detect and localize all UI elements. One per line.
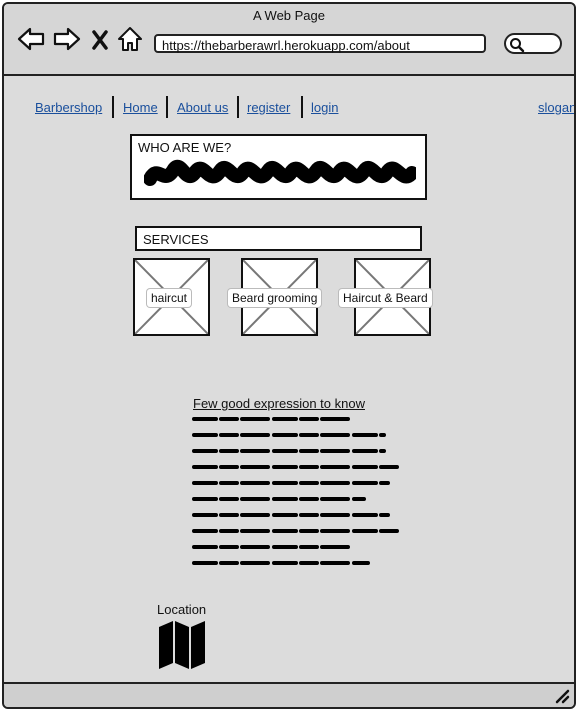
- nav-link-slogan[interactable]: slogan: [538, 100, 574, 115]
- service-label-beard: Beard grooming: [228, 289, 322, 307]
- browser-status-bar: [4, 682, 574, 707]
- nav-divider: [237, 96, 239, 118]
- address-bar[interactable]: https://thebarberawrl.herokuapp.com/abou…: [154, 34, 486, 53]
- services-heading-box: SERVICES: [135, 226, 422, 251]
- scribbled-paragraph: [192, 417, 404, 565]
- nav-link-home[interactable]: Home: [123, 100, 158, 115]
- scribbled-text: [144, 159, 416, 186]
- close-icon[interactable]: [90, 24, 110, 54]
- resize-grip-icon[interactable]: [554, 688, 570, 704]
- nav-link-about[interactable]: About us: [177, 100, 228, 115]
- expressions-title[interactable]: Few good expression to know: [193, 396, 365, 411]
- search-icon: [510, 38, 525, 53]
- nav-link-barbershop[interactable]: Barbershop: [35, 100, 102, 115]
- forward-arrow-icon[interactable]: [52, 24, 81, 54]
- nav-link-login[interactable]: login: [311, 100, 338, 115]
- search-field[interactable]: [504, 33, 562, 54]
- back-arrow-icon[interactable]: [16, 24, 45, 54]
- browser-window: A Web Page https://thebarberawrl.herokua…: [2, 2, 576, 709]
- map-icon[interactable]: [157, 619, 209, 671]
- nav-divider: [301, 96, 303, 118]
- about-box: WHO ARE WE?: [130, 134, 427, 200]
- nav-divider: [166, 96, 168, 118]
- site-navbar: Barbershop Home About us register login …: [32, 96, 574, 120]
- home-icon[interactable]: [116, 24, 144, 54]
- window-title: A Web Page: [252, 8, 326, 23]
- browser-chrome: A Web Page https://thebarberawrl.herokua…: [4, 4, 574, 76]
- nav-divider: [112, 96, 114, 118]
- service-label-haircut-beard: Haircut & Beard: [339, 289, 432, 307]
- service-label-haircut: haircut: [147, 289, 192, 307]
- services-heading: SERVICES: [143, 232, 209, 247]
- nav-link-register[interactable]: register: [247, 100, 290, 115]
- location-label: Location: [157, 602, 207, 617]
